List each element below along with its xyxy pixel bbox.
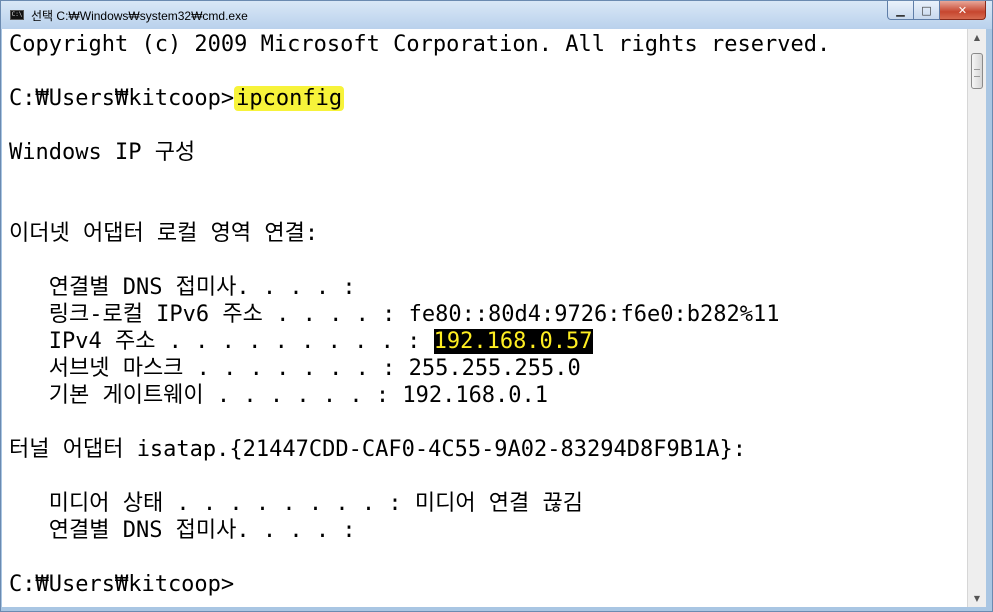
ipv4-line: IPv4 주소 . . . . . . . . . : 192.168.0.57 xyxy=(9,328,593,356)
console-app-icon[interactable]: C:\ xyxy=(10,10,24,20)
console-line: 서브넷 마스크 . . . . . . . : 255.255.255.0 xyxy=(9,356,581,381)
console-line: 미디어 상태 . . . . . . . . : 미디어 연결 끊김 xyxy=(9,491,584,516)
command-text: ipconfig xyxy=(234,86,345,111)
window-title: 선택 C:₩Windows₩system32₩cmd.exe xyxy=(31,9,248,23)
console-output[interactable]: Copyright (c) 2009 Microsoft Corporation… xyxy=(2,29,967,607)
caption-buttons: ▁ □ ✕ xyxy=(887,1,986,20)
cmd-window: C:\ 선택 C:₩Windows₩system32₩cmd.exe ▁ □ ✕… xyxy=(0,0,993,612)
title-bar[interactable]: C:\ 선택 C:₩Windows₩system32₩cmd.exe ▁ □ ✕ xyxy=(1,1,992,29)
maximize-button[interactable]: □ xyxy=(914,1,940,20)
scroll-up-arrow-icon[interactable]: ▲ xyxy=(968,29,986,46)
ipv4-address-selection[interactable]: 192.168.0.57 xyxy=(433,329,593,354)
console-line: 연결별 DNS 접미사. . . . : xyxy=(9,275,356,300)
prompt: C:₩Users₩kitcoop> xyxy=(9,86,235,111)
vertical-scrollbar[interactable]: ▲ ▼ xyxy=(967,29,986,607)
scroll-down-arrow-icon[interactable]: ▼ xyxy=(968,590,986,607)
prompt-line: C:₩Users₩kitcoop> xyxy=(9,572,235,597)
console-line: 터널 어댑터 isatap.{21447CDD-CAF0-4C55-9A02-8… xyxy=(9,437,746,462)
ipv4-label: IPv4 주소 . . . . . . . . . : xyxy=(9,329,434,354)
console-line: 링크-로컬 IPv6 주소 . . . . : fe80::80d4:9726:… xyxy=(9,302,780,327)
scrollbar-thumb[interactable] xyxy=(971,53,983,89)
close-button[interactable]: ✕ xyxy=(940,1,986,20)
console-line: 이더넷 어댑터 로컬 영역 연결: xyxy=(9,221,319,246)
minimize-button[interactable]: ▁ xyxy=(887,1,914,20)
console-line: Copyright (c) 2009 Microsoft Corporation… xyxy=(9,32,831,57)
console-line: 연결별 DNS 접미사. . . . : xyxy=(9,518,356,543)
console-line: 기본 게이트웨이 . . . . . . : 192.168.0.1 xyxy=(9,383,549,408)
console-line: Windows IP 구성 xyxy=(9,140,196,165)
prompt-line: C:₩Users₩kitcoop>ipconfig xyxy=(9,85,345,113)
